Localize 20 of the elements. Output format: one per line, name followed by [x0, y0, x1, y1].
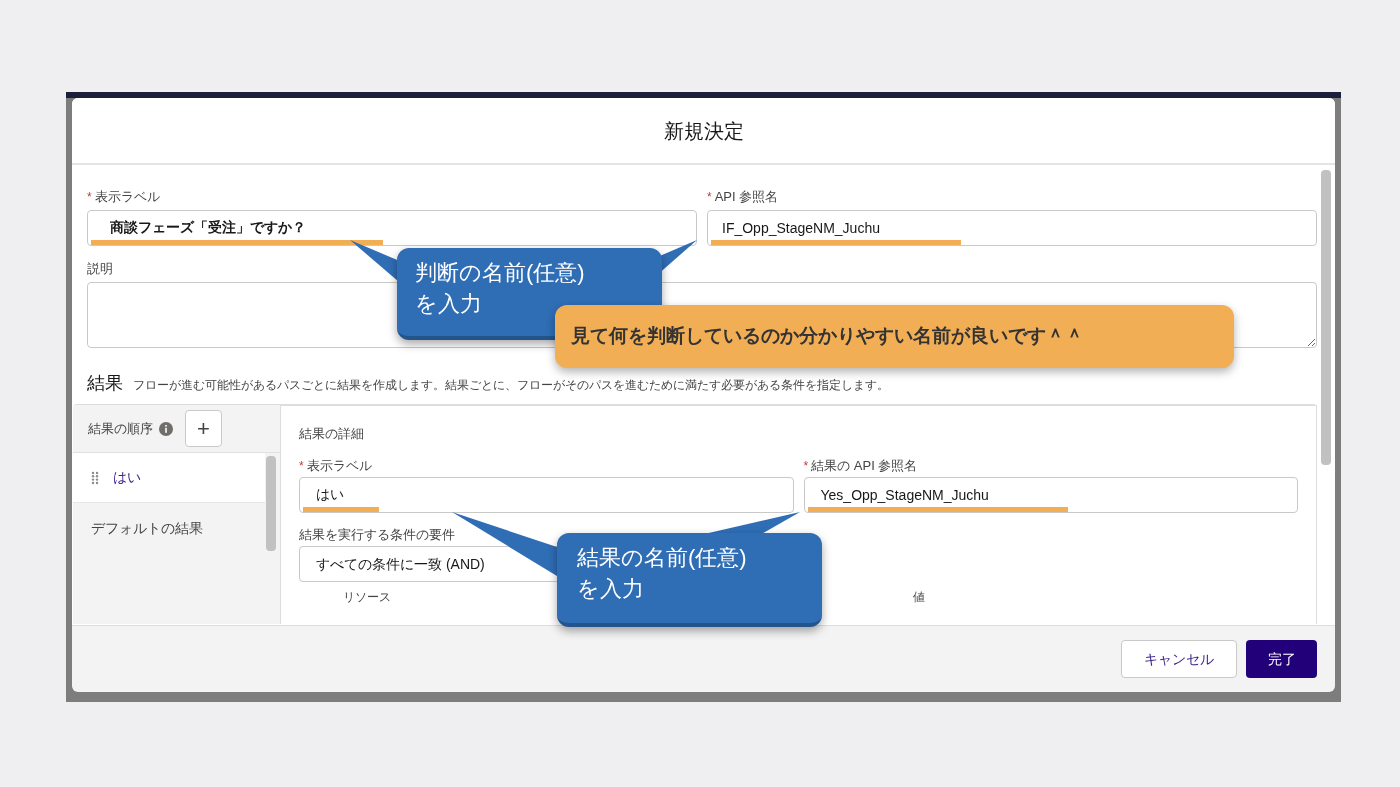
- section-title: 結果: [87, 372, 123, 395]
- field-label: 表示ラベル: [306, 457, 372, 476]
- modal-title: 新規決定: [663, 118, 744, 144]
- field-label: 説明: [87, 260, 113, 278]
- list-heading: 結果の順序: [88, 419, 153, 438]
- list-item-label: はい: [113, 468, 141, 487]
- field-label: 結果を実行する条件の要件: [299, 526, 455, 544]
- subsection-title: 結果の詳細: [299, 425, 364, 443]
- required-asterisk: *: [803, 458, 809, 475]
- field-label: 結果の API 参照名: [811, 457, 918, 476]
- column-header: 値: [913, 589, 925, 606]
- annotation-callout: 見て何を判断しているのか分かりやすい名前が良いです＾＾: [555, 305, 1234, 368]
- required-asterisk: *: [707, 189, 712, 206]
- section-description: フローが進む可能性があるパスごとに結果を作成します。結果ごとに、フローがそのパスを進むために満たす必要がある条件を指定します。: [133, 377, 889, 394]
- required-asterisk: *: [299, 458, 304, 475]
- field-label: API 参照名: [714, 188, 779, 207]
- field-label: 表示ラベル: [94, 188, 160, 207]
- required-asterisk: *: [87, 189, 92, 206]
- list-item-label: デフォルトの結果: [91, 518, 203, 538]
- column-header: リソース: [343, 589, 391, 606]
